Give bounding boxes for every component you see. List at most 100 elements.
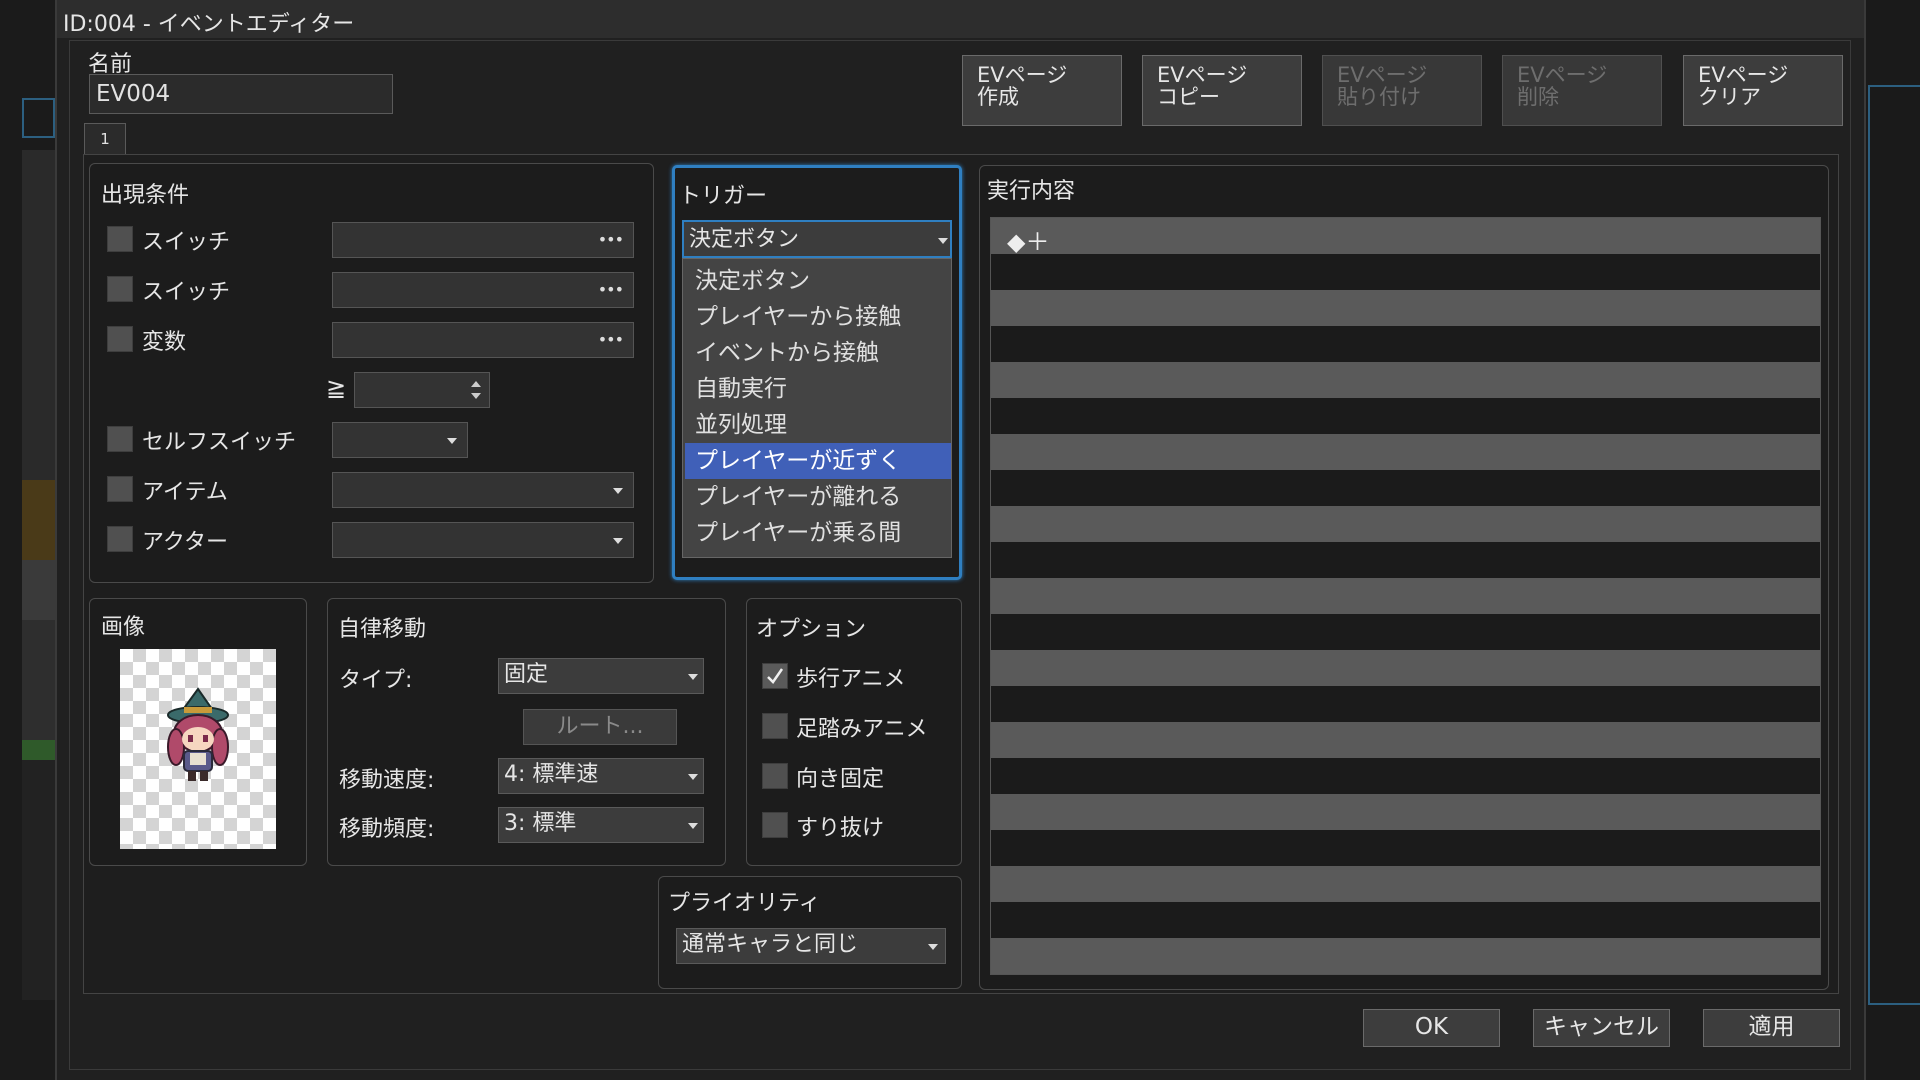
variable-ellipsis-icon[interactable]: ••• bbox=[598, 330, 624, 349]
apply-button[interactable]: 適用 bbox=[1703, 1009, 1840, 1047]
trigger-option[interactable]: 自動実行 bbox=[685, 371, 951, 407]
movement-type-label: タイプ: bbox=[339, 668, 413, 693]
list-item[interactable] bbox=[991, 902, 1820, 938]
list-item[interactable] bbox=[991, 614, 1820, 650]
movement-speed-select[interactable]: 4: 標準速 bbox=[498, 758, 704, 794]
contents-list[interactable]: ◆＋ bbox=[990, 217, 1821, 975]
trigger-option[interactable]: プレイヤーが離れる bbox=[685, 479, 951, 515]
list-item[interactable] bbox=[991, 794, 1820, 830]
background-editor-frame bbox=[1868, 85, 1920, 1005]
event-editor-window: ID:004 - イベントエディター 名前 EV004 1 EVページ 作成 E… bbox=[55, 0, 1866, 1080]
variable-value-spinner[interactable] bbox=[354, 372, 490, 408]
options-title: オプション bbox=[756, 617, 867, 642]
paste-page-button[interactable]: EVページ 貼り付け bbox=[1322, 55, 1482, 126]
switch2-ellipsis-icon[interactable]: ••• bbox=[598, 280, 624, 299]
switch1-ellipsis-icon[interactable]: ••• bbox=[598, 230, 624, 249]
movement-freq-chevron-down-icon[interactable] bbox=[688, 823, 698, 829]
cancel-button[interactable]: キャンセル bbox=[1533, 1009, 1670, 1047]
actor-chevron-down-icon[interactable] bbox=[613, 538, 623, 544]
actor-select[interactable] bbox=[332, 522, 634, 558]
list-item[interactable] bbox=[991, 758, 1820, 794]
self-switch-select[interactable] bbox=[332, 422, 468, 458]
list-item[interactable] bbox=[991, 470, 1820, 506]
self-switch-label: セルフスイッチ bbox=[142, 430, 297, 455]
stepping-anim-label: 足踏みアニメ bbox=[796, 717, 928, 742]
trigger-option[interactable]: 決定ボタン bbox=[685, 263, 951, 299]
movement-speed-label: 移動速度: bbox=[339, 768, 435, 793]
trigger-option[interactable]: イベントから接触 bbox=[685, 335, 951, 371]
switch1-field[interactable]: ••• bbox=[332, 222, 634, 258]
walking-anim-label: 歩行アニメ bbox=[796, 667, 906, 692]
list-item[interactable] bbox=[991, 542, 1820, 578]
list-item[interactable] bbox=[991, 362, 1820, 398]
contents-title: 実行内容 bbox=[987, 179, 1076, 204]
movement-type-select[interactable]: 固定 bbox=[498, 658, 704, 694]
variable-label: 変数 bbox=[142, 330, 187, 355]
list-item[interactable] bbox=[991, 254, 1820, 290]
conditions-title: 出現条件 bbox=[101, 183, 190, 208]
movement-type-chevron-down-icon[interactable] bbox=[688, 674, 698, 680]
stepping-anim-checkbox[interactable] bbox=[762, 713, 788, 739]
list-item[interactable] bbox=[991, 938, 1820, 974]
through-checkbox[interactable] bbox=[762, 812, 788, 838]
movement-speed-chevron-down-icon[interactable] bbox=[688, 774, 698, 780]
self-switch-checkbox[interactable] bbox=[107, 426, 133, 452]
priority-select[interactable]: 通常キャラと同じ bbox=[676, 928, 946, 964]
trigger-select[interactable]: 決定ボタン bbox=[682, 220, 952, 258]
walking-anim-checkbox[interactable] bbox=[762, 663, 788, 689]
through-label: すり抜け bbox=[796, 816, 885, 841]
list-item[interactable] bbox=[991, 506, 1820, 542]
direction-fix-checkbox[interactable] bbox=[762, 763, 788, 789]
movement-panel: 自律移動 タイプ: 固定 ルート... 移動速度: 4: 標準速 移動頻度: 3… bbox=[327, 598, 726, 866]
clear-page-button[interactable]: EVページ クリア bbox=[1683, 55, 1843, 126]
list-item[interactable] bbox=[991, 398, 1820, 434]
list-item[interactable] bbox=[991, 866, 1820, 902]
character-image[interactable] bbox=[120, 649, 276, 849]
trigger-option[interactable]: プレイヤーが乗る間 bbox=[685, 515, 951, 551]
spinner-down-icon[interactable] bbox=[471, 393, 481, 399]
direction-fix-label: 向き固定 bbox=[796, 767, 885, 792]
copy-page-button[interactable]: EVページ コピー bbox=[1142, 55, 1302, 126]
switch2-checkbox[interactable] bbox=[107, 276, 133, 302]
trigger-panel: トリガー 決定ボタン 決定ボタン プレイヤーから接触 イベントから接触 自動実行 並列処… bbox=[672, 165, 962, 580]
list-item[interactable] bbox=[991, 722, 1820, 758]
name-input[interactable]: EV004 bbox=[89, 74, 393, 114]
check-icon bbox=[767, 668, 784, 684]
list-item[interactable] bbox=[991, 218, 1820, 254]
variable-checkbox[interactable] bbox=[107, 326, 133, 352]
trigger-chevron-down-icon[interactable] bbox=[938, 238, 948, 244]
trigger-option[interactable]: プレイヤーから接触 bbox=[685, 299, 951, 335]
item-checkbox[interactable] bbox=[107, 476, 133, 502]
movement-title: 自律移動 bbox=[338, 617, 427, 642]
list-item[interactable] bbox=[991, 650, 1820, 686]
list-item[interactable] bbox=[991, 326, 1820, 362]
trigger-option[interactable]: プレイヤーが近ずく bbox=[685, 443, 951, 479]
item-chevron-down-icon[interactable] bbox=[613, 488, 623, 494]
window-title: ID:004 - イベントエディター bbox=[63, 12, 355, 37]
contents-first-line[interactable]: ◆＋ bbox=[1007, 222, 1049, 257]
title-bar[interactable]: ID:004 - イベントエディター bbox=[57, 0, 1864, 38]
list-item[interactable] bbox=[991, 578, 1820, 614]
new-page-button[interactable]: EVページ 作成 bbox=[962, 55, 1122, 126]
image-panel: 画像 bbox=[89, 598, 307, 866]
list-item[interactable] bbox=[991, 830, 1820, 866]
route-button[interactable]: ルート... bbox=[523, 709, 677, 745]
priority-title: プライオリティ bbox=[668, 891, 821, 916]
options-panel: オプション 歩行アニメ 足踏みアニメ 向き固定 すり抜け bbox=[746, 598, 962, 866]
self-switch-chevron-down-icon[interactable] bbox=[447, 438, 457, 444]
priority-chevron-down-icon[interactable] bbox=[928, 944, 938, 950]
list-item[interactable] bbox=[991, 434, 1820, 470]
movement-freq-select[interactable]: 3: 標準 bbox=[498, 807, 704, 843]
list-item[interactable] bbox=[991, 290, 1820, 326]
trigger-option[interactable]: 並列処理 bbox=[685, 407, 951, 443]
switch1-checkbox[interactable] bbox=[107, 226, 133, 252]
delete-page-button[interactable]: EVページ 削除 bbox=[1502, 55, 1662, 126]
switch2-field[interactable]: ••• bbox=[332, 272, 634, 308]
list-item[interactable] bbox=[991, 686, 1820, 722]
spinner-up-icon[interactable] bbox=[471, 381, 481, 387]
page-tab-1[interactable]: 1 bbox=[84, 123, 126, 155]
item-select[interactable] bbox=[332, 472, 634, 508]
actor-checkbox[interactable] bbox=[107, 526, 133, 552]
variable-field[interactable]: ••• bbox=[332, 322, 634, 358]
ok-button[interactable]: OK bbox=[1363, 1009, 1500, 1047]
